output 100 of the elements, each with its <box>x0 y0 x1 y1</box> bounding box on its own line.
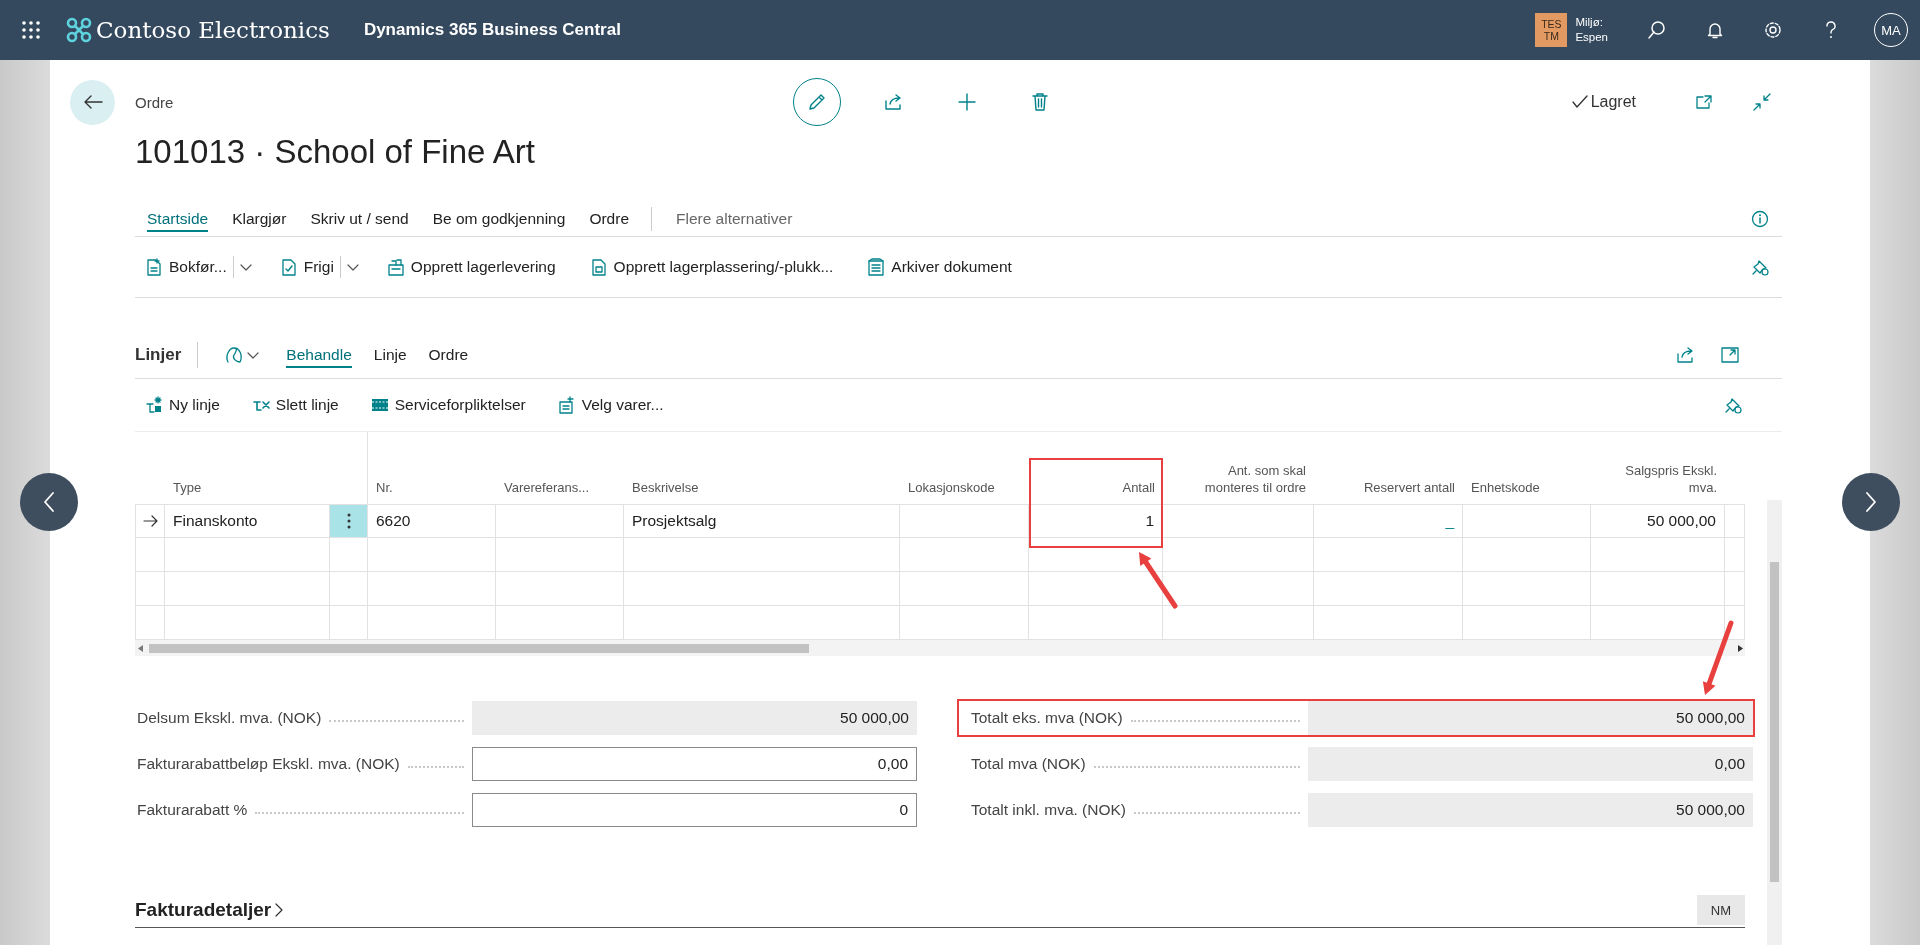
readonly-field: 50 000,00 <box>1308 701 1753 735</box>
collapse-icon <box>1753 93 1771 111</box>
popout-icon <box>1695 94 1713 110</box>
pin-icon <box>1751 258 1769 276</box>
scroll-left-icon <box>137 644 143 652</box>
plus-icon <box>956 92 977 112</box>
action-button[interactable]: Velg varer... <box>547 387 674 423</box>
chevron-right-icon <box>275 903 284 917</box>
field-label: Fakturarabattbeløp Ekskl. mva. (NOK) <box>137 755 400 773</box>
field-label: Totalt eks. mva (NOK) <box>971 709 1123 727</box>
tab[interactable]: Startside <box>135 201 221 236</box>
expand-icon <box>1721 347 1739 363</box>
table-cell: 1 <box>1029 505 1163 538</box>
brand-logo: Contoso Electronics <box>66 17 330 43</box>
search-icon <box>1647 20 1667 40</box>
waffle-icon <box>22 21 40 39</box>
bell-icon <box>1705 20 1725 40</box>
caret-icon <box>239 263 252 271</box>
column-header[interactable]: Antall <box>1029 432 1163 504</box>
readonly-field: 0,00 <box>1308 747 1753 781</box>
film-strip-icon <box>370 396 389 414</box>
back-arrow-icon <box>82 94 103 110</box>
tab[interactable]: Behandle <box>275 337 363 373</box>
back-button[interactable] <box>70 79 115 125</box>
tab[interactable]: Klargjør <box>220 201 299 236</box>
more-options-tab[interactable]: Flere alternativer <box>664 201 805 236</box>
action-button[interactable]: Frigi <box>269 249 340 285</box>
action-button[interactable]: Slett linje <box>241 387 349 423</box>
table-cell: Prosjektsalg <box>624 505 900 538</box>
tab[interactable]: Be om godkjenning <box>420 201 578 236</box>
input-field[interactable]: 0,00 <box>472 747 917 781</box>
document-icon <box>279 258 298 276</box>
table-cell <box>1725 572 1745 606</box>
caret-icon <box>247 351 260 359</box>
field-label: Delsum Ekskl. mva. (NOK) <box>137 709 322 727</box>
action-button[interactable]: Arkiver dokument <box>857 249 1022 285</box>
chevron-left-icon <box>43 492 55 512</box>
more-icon <box>346 513 351 529</box>
edit-button[interactable] <box>792 78 841 126</box>
trash-icon <box>1030 92 1049 112</box>
product-name: Dynamics 365 Business Central <box>363 20 621 40</box>
save-status: Lagret <box>1590 93 1636 111</box>
readonly-field: 50 000,00 <box>1308 793 1753 827</box>
pencil-icon <box>806 92 827 112</box>
column-header[interactable]: Salgspris Ekskl. mva. <box>1591 432 1725 504</box>
column-header[interactable]: Lokasjonskode <box>900 432 1029 504</box>
share-icon <box>883 93 904 111</box>
action-button[interactable]: Bokfør... <box>135 249 233 285</box>
document-icon <box>145 258 163 276</box>
action-button[interactable]: Serviceforpliktelser <box>360 387 536 423</box>
column-header[interactable]: Ant. som skal monteres til ordre <box>1163 432 1314 504</box>
tab[interactable]: Ordre <box>577 201 641 236</box>
page-caption: Ordre <box>135 93 174 111</box>
action-button[interactable]: Ny linje <box>135 387 230 423</box>
info-badge: NM <box>1696 895 1745 925</box>
previous-button[interactable] <box>20 473 78 531</box>
logo-icon <box>66 17 92 43</box>
info-icon <box>1751 209 1769 228</box>
environment-name: Miljø: Espen <box>1575 15 1608 45</box>
pin-icon <box>1724 396 1742 414</box>
column-header[interactable]: Enhetskode <box>1463 432 1591 504</box>
share-icon <box>1676 346 1696 364</box>
readonly-field: 50 000,00 <box>472 701 917 735</box>
new-line-icon <box>145 396 163 414</box>
tab[interactable]: Ordre <box>417 337 480 373</box>
settings-icon <box>1763 20 1783 40</box>
column-header[interactable]: Type <box>165 432 330 504</box>
tab[interactable]: Linje <box>362 337 418 373</box>
input-field[interactable]: 0 <box>472 793 917 827</box>
table-cell: 6620 <box>368 505 496 538</box>
column-header[interactable]: Reservert antall <box>1314 432 1463 504</box>
column-header[interactable]: Nr. <box>368 432 496 504</box>
table-cell <box>1725 538 1745 572</box>
column-header[interactable]: Beskrivelse <box>624 432 900 504</box>
leader-line <box>407 766 464 768</box>
scroll-right-icon <box>1737 644 1743 652</box>
field-label: Totalt inkl. mva. (NOK) <box>971 801 1127 819</box>
action-button[interactable]: Opprett lagerplassering/-plukk... <box>579 249 844 285</box>
vertical-scrollbar[interactable] <box>1767 500 1782 945</box>
action-button[interactable]: Opprett lagerlevering <box>376 249 566 285</box>
field-label: Total mva (NOK) <box>971 755 1086 773</box>
document-icon <box>867 258 886 276</box>
chevron-right-icon <box>1865 492 1877 512</box>
document-icon <box>386 258 405 276</box>
table-cell: 50 000,00 <box>1591 505 1725 538</box>
caret-icon <box>346 263 359 271</box>
section-title: Linjer <box>135 345 182 365</box>
section-header-button[interactable]: Fakturadetaljer <box>135 899 284 921</box>
add-items-icon <box>557 396 576 414</box>
table-cell <box>330 572 368 606</box>
document-icon <box>589 258 608 276</box>
environment-badge: TES TM <box>1535 13 1568 47</box>
next-button[interactable] <box>1842 473 1900 531</box>
tab[interactable]: Skriv ut / send <box>298 201 421 236</box>
check-icon <box>1571 95 1588 109</box>
horizontal-scrollbar[interactable] <box>135 640 1745 656</box>
drilldown-link[interactable]: _ <box>1314 505 1463 538</box>
column-header[interactable]: Varereferans... <box>496 432 624 504</box>
page-title: 101013 · School of Fine Art <box>135 132 536 172</box>
table-cell <box>135 572 165 606</box>
